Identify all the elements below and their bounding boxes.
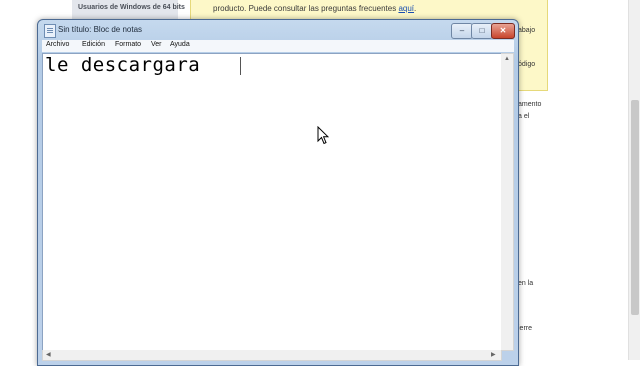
notice-text: producto. Puede consultar las preguntas … [213, 4, 399, 13]
notepad-window: Sin título: Bloc de notas – □ ✕ Archivo … [37, 19, 519, 366]
notice-line: producto. Puede consultar las preguntas … [213, 4, 416, 13]
menu-bar: Archivo Edición Formato Ver Ayuda [42, 40, 514, 52]
page-text-fragment: ódigo [518, 61, 536, 68]
minimize-button[interactable]: – [451, 23, 473, 39]
text-editor[interactable]: le descargara [42, 53, 502, 351]
page-text-fragment: a el [518, 113, 530, 120]
notepad-icon [44, 24, 56, 38]
vertical-scrollbar[interactable]: ▲ [501, 53, 514, 351]
page-scrollbar-thumb[interactable] [631, 100, 639, 315]
editor-content: le descargara [45, 54, 213, 76]
menu-archivo[interactable]: Archivo [46, 41, 69, 48]
title-bar[interactable]: Sin título: Bloc de notas – □ ✕ [38, 20, 518, 40]
sidebar-item-label: Usuarios de Windows de 64 bits [78, 4, 185, 11]
maximize-button[interactable]: □ [471, 23, 493, 39]
menu-ver[interactable]: Ver [151, 41, 162, 48]
close-button[interactable]: ✕ [491, 23, 515, 39]
mouse-pointer-icon [317, 126, 329, 145]
horizontal-scrollbar[interactable]: ◀ ▶ [42, 350, 502, 361]
arrow-up-icon[interactable]: ▲ [504, 56, 510, 62]
arrow-right-icon[interactable]: ▶ [491, 351, 496, 358]
notice-end: . [414, 4, 417, 13]
sidebar-item-windows-64[interactable]: Usuarios de Windows de 64 bits [72, 0, 185, 21]
menu-ayuda[interactable]: Ayuda [170, 41, 190, 48]
page-text-fragment: ierre [518, 325, 533, 332]
faq-link[interactable]: aquí [398, 4, 414, 13]
page-text-fragment: abajo [518, 27, 536, 34]
page-scrollbar[interactable] [628, 0, 640, 360]
page-text-fragment: amento [518, 101, 542, 108]
text-caret [240, 57, 241, 75]
menu-formato[interactable]: Formato [115, 41, 141, 48]
window-title: Sin título: Bloc de notas [58, 25, 143, 34]
page-text-fragment: en la [518, 280, 534, 287]
menu-edicion[interactable]: Edición [82, 41, 105, 48]
arrow-left-icon[interactable]: ◀ [46, 351, 51, 358]
